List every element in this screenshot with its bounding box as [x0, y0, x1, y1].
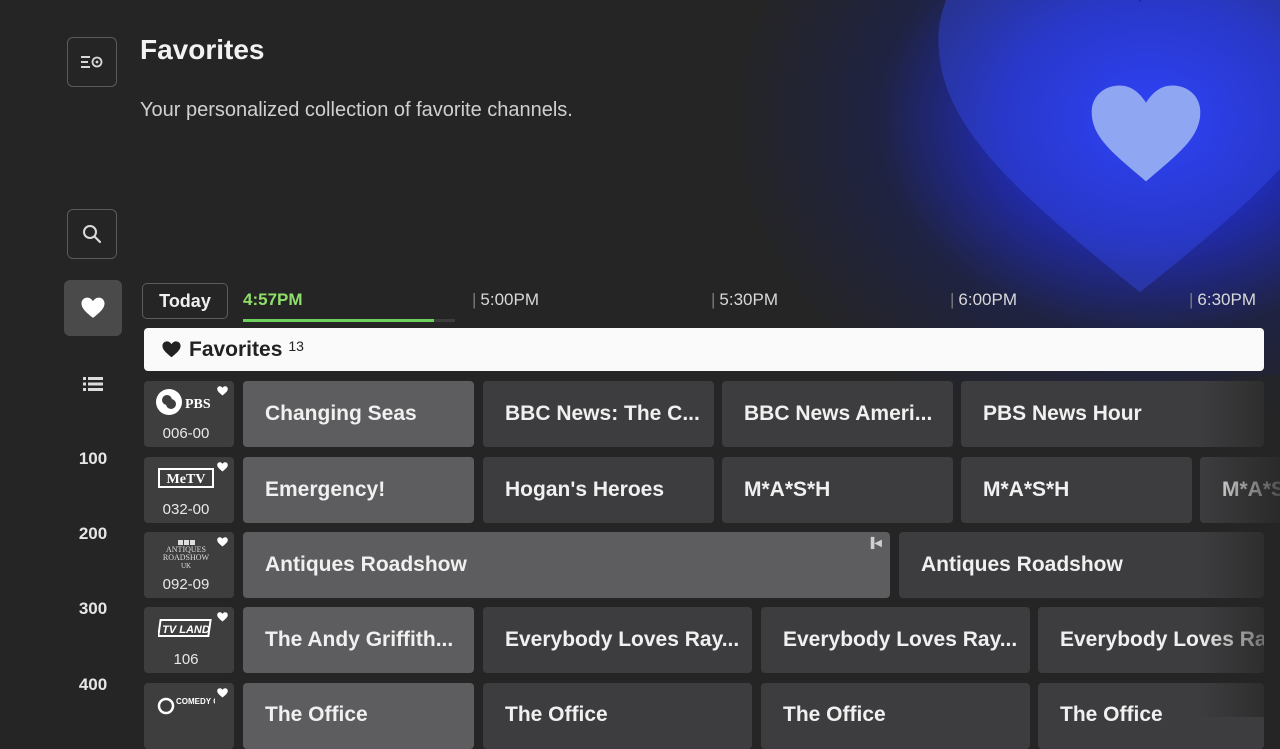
- search-icon: [83, 225, 102, 244]
- channel-number: 006-00: [162, 425, 210, 442]
- comedy-central-logo: COMEDY CENTRAL: [154, 693, 218, 719]
- program-tile[interactable]: The Office: [483, 683, 752, 749]
- metv-logo: MeTV: [154, 463, 218, 493]
- program-tile[interactable]: Antiques Roadshow: [899, 532, 1264, 598]
- current-time: 4:57PM: [243, 290, 303, 309]
- program-tile[interactable]: Antiques Roadshow ▐◀: [243, 532, 890, 598]
- program-tile[interactable]: PBS News Hour: [961, 381, 1264, 447]
- pbs-logo: PBS: [154, 387, 218, 417]
- channel-number: 092-09: [162, 576, 210, 593]
- program-tile[interactable]: M*A*S*H: [722, 457, 953, 523]
- category-count: 13: [288, 337, 304, 354]
- category-label: Favorites: [189, 337, 283, 361]
- heart-icon: [81, 297, 105, 318]
- program-tile[interactable]: Hogan's Heroes: [483, 457, 714, 523]
- logo-text: ANTIQUES ROADSHOW: [162, 545, 210, 562]
- program-tile[interactable]: M*A*S*H: [1200, 457, 1280, 523]
- search-button[interactable]: [67, 209, 117, 259]
- program-tile[interactable]: Emergency!: [243, 457, 474, 523]
- time-progress-fill: [243, 319, 434, 322]
- favorites-category-bar[interactable]: Favorites 13: [144, 328, 1264, 371]
- favorite-heart-icon: [217, 688, 228, 698]
- channel-cell-tv-land[interactable]: TV LAND 106: [144, 607, 234, 673]
- program-tile[interactable]: M*A*S*H: [961, 457, 1192, 523]
- channel-cell-antiques-roadshow[interactable]: ANTIQUES ROADSHOW UK 092-09: [144, 532, 234, 598]
- time-tick: 5:00PM: [472, 290, 539, 310]
- program-tile[interactable]: The Office: [1038, 683, 1264, 749]
- svg-text:PBS: PBS: [185, 397, 211, 412]
- channel-cell-pbs[interactable]: PBS 006-00: [144, 381, 234, 447]
- program-tile[interactable]: Changing Seas: [243, 381, 474, 447]
- list-icon: [83, 377, 103, 391]
- program-tile[interactable]: Everybody Loves Ra: [1038, 607, 1264, 673]
- program-tile[interactable]: Everybody Loves Ray...: [761, 607, 1030, 673]
- channel-jump-100[interactable]: 100: [60, 449, 126, 469]
- favorite-heart-icon: [217, 612, 228, 622]
- guide-settings-button[interactable]: [67, 37, 117, 87]
- channel-number: 106: [173, 651, 199, 668]
- favorite-heart-icon: [217, 537, 228, 547]
- svg-text:COMEDY CENTRAL: COMEDY CENTRAL: [176, 697, 215, 706]
- logo-subtext: UK: [180, 562, 192, 570]
- tv-land-logo: TV LAND: [154, 613, 218, 643]
- channel-jump-400[interactable]: 400: [60, 675, 126, 695]
- favorites-nav-button[interactable]: [64, 280, 122, 336]
- program-tile[interactable]: The Office: [243, 683, 474, 749]
- program-tile[interactable]: The Andy Griffith...: [243, 607, 474, 673]
- program-tile[interactable]: BBC News: The C...: [483, 381, 714, 447]
- program-tile[interactable]: BBC News Ameri...: [722, 381, 953, 447]
- heart-icon: [162, 341, 181, 358]
- channel-cell-metv[interactable]: MeTV 032-00: [144, 457, 234, 523]
- program-tile[interactable]: Everybody Loves Ray...: [483, 607, 752, 673]
- today-button[interactable]: Today: [142, 283, 228, 319]
- favorite-heart-icon: [217, 386, 228, 396]
- channel-jump-300[interactable]: 300: [60, 599, 126, 619]
- program-tile[interactable]: The Office: [761, 683, 1030, 749]
- time-tick: 6:30PM: [1189, 290, 1256, 310]
- time-tick: 5:30PM: [711, 290, 778, 310]
- antiques-roadshow-logo: ANTIQUES ROADSHOW UK: [154, 537, 218, 573]
- hero-heart-icon: [1091, 85, 1201, 182]
- channel-cell-comedy-central[interactable]: COMEDY CENTRAL: [144, 683, 234, 749]
- svg-text:MeTV: MeTV: [167, 472, 206, 487]
- guide-settings-icon: [81, 56, 103, 68]
- all-channels-button[interactable]: [80, 372, 106, 396]
- favorite-heart-icon: [217, 462, 228, 472]
- svg-text:TV LAND: TV LAND: [162, 624, 210, 636]
- channel-number: 032-00: [162, 501, 210, 518]
- restart-icon: ▐◀: [867, 538, 882, 549]
- page-subtitle: Your personalized collection of favorite…: [140, 99, 573, 121]
- time-tick: 6:00PM: [950, 290, 1017, 310]
- channel-jump-200[interactable]: 200: [60, 524, 126, 544]
- page-title: Favorites: [140, 34, 265, 65]
